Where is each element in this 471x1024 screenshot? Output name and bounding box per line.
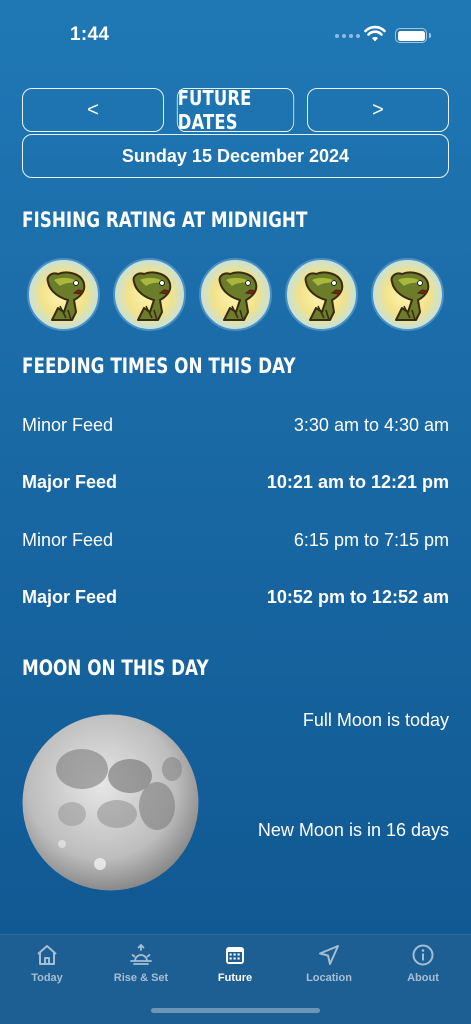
feed-type-label: Major Feed xyxy=(22,586,118,607)
sunrise-icon xyxy=(130,943,152,965)
feeding-times-heading: FEEDING TIMES ON THIS DAY xyxy=(22,354,296,378)
tab-label: Today xyxy=(31,972,63,984)
tab-rise-set[interactable]: Rise & Set xyxy=(94,943,188,993)
tab-location[interactable]: Location xyxy=(282,943,376,993)
next-date-button[interactable]: > xyxy=(307,88,449,132)
selected-date[interactable]: Sunday 15 December 2024 xyxy=(22,134,449,178)
tab-future[interactable]: Future xyxy=(188,943,282,993)
bass-fish-icon xyxy=(371,258,444,331)
location-arrow-icon xyxy=(319,945,339,965)
battery-icon xyxy=(395,28,431,43)
house-icon xyxy=(37,945,57,965)
feed-type-label: Minor Feed xyxy=(22,414,114,435)
bass-fish-icon xyxy=(199,258,272,331)
tab-label: About xyxy=(407,972,439,984)
date-navigation: < FUTURE DATES > xyxy=(22,86,449,134)
info-icon xyxy=(412,944,434,966)
status-time: 1:44 xyxy=(70,24,110,45)
feed-time-range: 3:30 am to 4:30 am xyxy=(293,414,449,435)
home-indicator xyxy=(151,1008,320,1013)
fishing-rating xyxy=(27,258,445,332)
cellular-signal-icon xyxy=(335,34,360,38)
feed-row: Minor Feed 6:15 pm to 7:15 pm xyxy=(22,526,449,554)
feed-row: Minor Feed 3:30 am to 4:30 am xyxy=(22,411,449,439)
feed-time-range: 10:21 am to 12:21 pm xyxy=(266,471,449,492)
feed-row: Major Feed 10:21 am to 12:21 pm xyxy=(22,468,449,496)
tab-about[interactable]: About xyxy=(376,943,470,993)
future-dates-button[interactable]: FUTURE DATES xyxy=(176,86,295,134)
bass-fish-icon xyxy=(27,258,100,331)
bass-fish-icon xyxy=(285,258,358,331)
bass-fish-icon xyxy=(113,258,186,331)
new-moon-text: New Moon is in 16 days xyxy=(257,820,449,840)
feed-time-range: 6:15 pm to 7:15 pm xyxy=(293,529,449,550)
calendar-icon xyxy=(226,947,244,964)
previous-date-button[interactable]: < xyxy=(22,88,164,132)
tab-label: Future xyxy=(217,972,253,984)
feed-row: Major Feed 10:52 pm to 12:52 am xyxy=(22,583,449,611)
tab-label: Location xyxy=(306,972,352,984)
feed-time-range: 10:52 pm to 12:52 am xyxy=(266,586,449,607)
status-bar: 1:44 xyxy=(0,0,471,70)
wifi-icon xyxy=(364,25,386,42)
tab-today[interactable]: Today xyxy=(0,943,94,993)
tab-label: Rise & Set xyxy=(113,972,169,984)
full-moon-text: Full Moon is today xyxy=(302,710,449,730)
feed-type-label: Minor Feed xyxy=(22,529,114,550)
moon-image xyxy=(22,714,199,891)
moon-heading: MOON ON THIS DAY xyxy=(22,656,209,680)
feed-type-label: Major Feed xyxy=(22,471,118,492)
fishing-rating-heading: FISHING RATING AT MIDNIGHT xyxy=(22,208,308,232)
